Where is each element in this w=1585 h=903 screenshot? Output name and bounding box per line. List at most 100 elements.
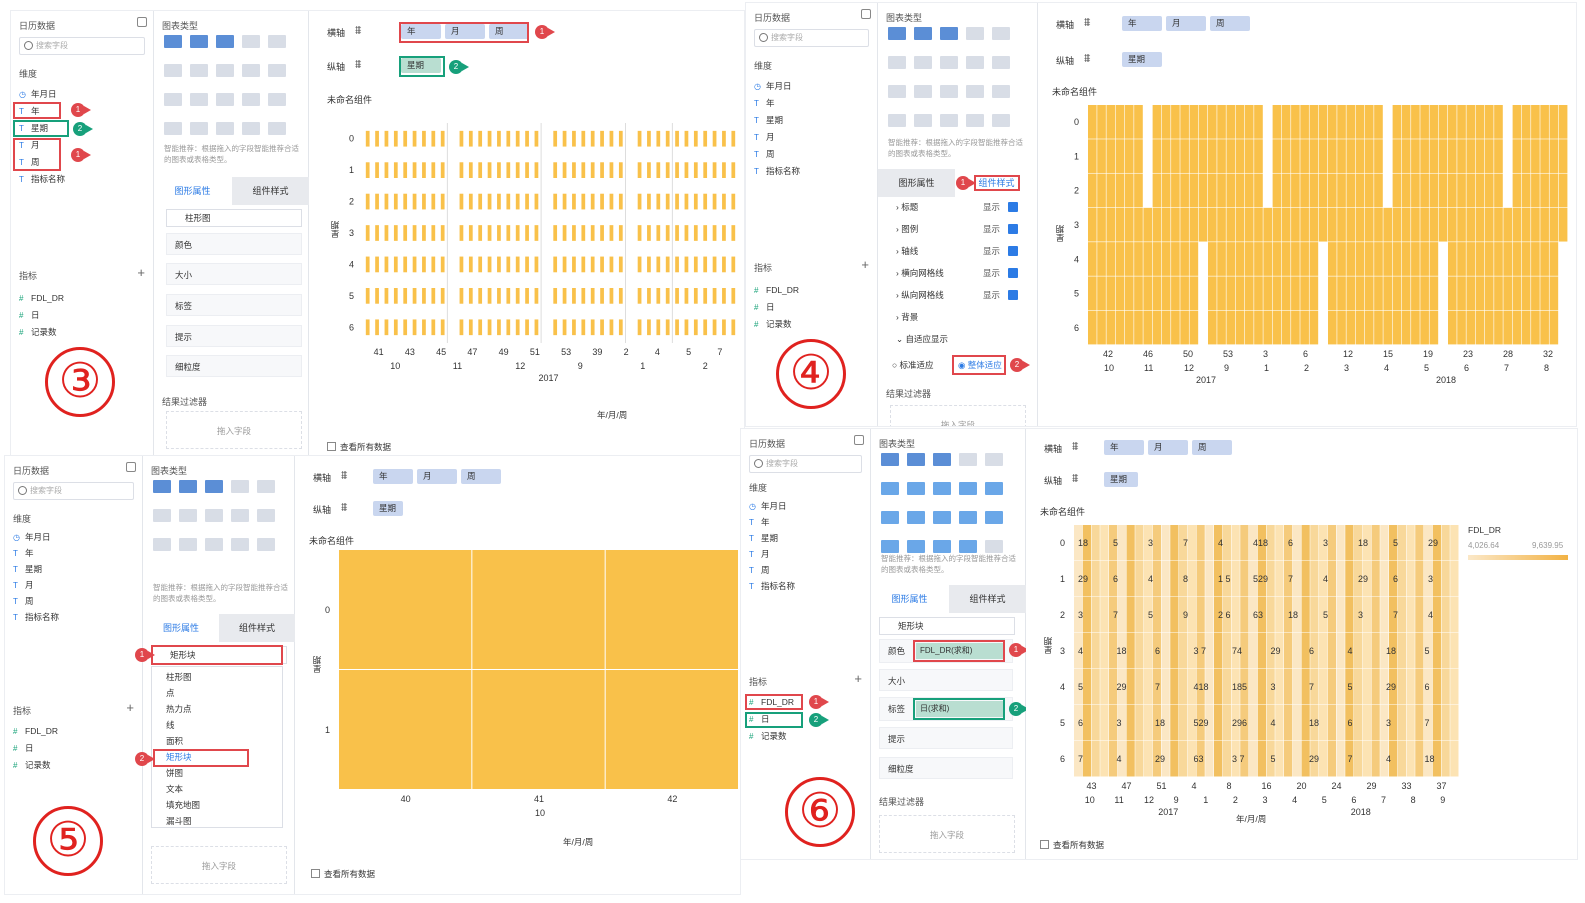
style-adaptive[interactable]: ⌄ 自适应显示 [896,331,1036,347]
menu-heat-point[interactable]: 热力点 [166,701,192,717]
prop-tooltip[interactable]: 提示 [879,727,1013,749]
field-fdl-dr[interactable]: # FDL_DR [13,724,58,739]
field-weekday[interactable]: T 星期 [13,562,42,577]
menu-pie[interactable]: 饼图 [166,765,183,781]
copy-icon[interactable] [137,17,147,27]
prop-granularity[interactable]: 细粒度 [166,355,302,377]
chart-type-grid[interactable] [153,480,289,567]
field-weekday[interactable]: T 星期 [749,531,778,546]
x-pill-year[interactable]: 年 [1104,440,1144,455]
filter-drop-zone[interactable]: 拖入字段 [890,405,1026,426]
field-week[interactable]: T周 [754,147,775,162]
add-metric-icon[interactable]: + [137,265,145,280]
tab-graphic-props[interactable]: 图形属性 [154,177,231,205]
x-pill-year[interactable]: 年 [373,469,413,484]
x-pill-week[interactable]: 周 [461,469,501,484]
menu-point[interactable]: 点 [166,685,175,701]
style-legend[interactable]: › 图例 显示 [896,221,1036,237]
field-month[interactable]: T月 [754,130,775,145]
field-month[interactable]: T月 [13,578,34,593]
menu-filled-map[interactable]: 填充地图 [166,797,200,813]
x-pill-year[interactable]: 年 [1122,16,1162,31]
prop-color[interactable]: 颜色 [166,233,302,255]
menu-area[interactable]: 面积 [166,733,183,749]
style-background[interactable]: › 背景 [896,309,1036,325]
search-input[interactable]: 搜索字段 [749,455,862,473]
menu-text[interactable]: 文本 [166,781,183,797]
prop-size[interactable]: 大小 [166,263,302,285]
prop-size[interactable]: 大小 [879,669,1013,691]
add-metric-icon[interactable]: + [861,257,869,272]
chart-type-grid[interactable] [881,453,1017,569]
copy-icon[interactable] [126,462,136,472]
field-date[interactable]: ◷ 年月日 [13,530,51,545]
field-day[interactable]: # 日 [13,741,34,756]
field-metric-name[interactable]: T 指标名称 [754,164,800,179]
y-pill-weekday[interactable]: 星期 [1104,472,1138,487]
prop-granularity[interactable]: 细粒度 [879,757,1013,779]
style-h-grid[interactable]: › 横向网格线 显示 [896,265,1036,281]
field-week[interactable]: T周 [749,563,770,578]
style-axis-line[interactable]: › 轴线 显示 [896,243,1036,259]
search-input[interactable]: 搜索字段 [19,37,145,55]
menu-funnel[interactable]: 漏斗图 [166,813,192,829]
field-record-count[interactable]: # 记录数 [754,317,792,332]
field-record-count[interactable]: # 记录数 [13,758,51,773]
filter-drop-zone[interactable]: 拖入字段 [879,815,1015,853]
field-fdl-dr[interactable]: # FDL_DR [19,291,64,306]
field-date[interactable]: ◷ 年月日 [19,87,57,102]
tab-component-style[interactable]: 组件样式 [949,585,1026,613]
axis-type-icon[interactable]: ⩩ [355,23,361,38]
view-all-data-checkbox[interactable]: 查看所有数据 [1040,839,1104,851]
add-metric-icon[interactable]: + [854,671,862,686]
prop-label[interactable]: 标签 [166,294,302,316]
field-fdl-dr[interactable]: # FDL_DR [754,283,799,298]
copy-icon[interactable] [854,435,864,445]
field-year[interactable]: T年 [754,96,775,111]
x-pill-week[interactable]: 周 [1192,440,1232,455]
x-pill-week[interactable]: 周 [1210,16,1250,31]
search-input[interactable]: 搜索字段 [754,29,869,47]
field-day[interactable]: # 日 [19,308,40,323]
filter-drop-zone[interactable]: 拖入字段 [151,846,287,884]
tab-graphic-props[interactable]: 图形属性 [143,614,219,642]
style-v-grid[interactable]: › 纵向网格线 显示 [896,287,1036,303]
copy-icon[interactable] [861,9,871,19]
field-date[interactable]: ◷ 年月日 [754,79,792,94]
field-year[interactable]: T年 [13,546,34,561]
axis-type-icon[interactable]: ⩩ [355,57,361,72]
y-pill-weekday[interactable]: 星期 [1122,52,1162,67]
add-metric-icon[interactable]: + [126,700,134,715]
search-input[interactable]: 搜索字段 [13,482,134,500]
chart-kind-select[interactable]: 柱形图 [166,209,302,227]
field-metric-name[interactable]: T 指标名称 [749,579,795,594]
x-pill-month[interactable]: 月 [417,469,457,484]
field-record-count[interactable]: # 记录数 [749,729,787,744]
field-day[interactable]: # 日 [754,300,775,315]
x-pill-month[interactable]: 月 [1148,440,1188,455]
field-record-count[interactable]: # 记录数 [19,325,57,340]
y-pill-weekday[interactable]: 星期 [373,501,403,516]
view-all-data-checkbox[interactable]: 查看所有数据 [311,868,375,880]
chart-kind-select[interactable]: 矩形块 [879,617,1015,635]
chart-type-grid[interactable] [888,27,1024,143]
filter-drop-zone[interactable]: 拖入字段 [166,411,302,449]
tab-component-style[interactable]: 组件样式 [219,614,295,642]
field-metric-name[interactable]: T 指标名称 [19,172,65,187]
view-all-data-checkbox[interactable]: 查看所有数据 [327,441,391,453]
field-weekday[interactable]: T 星期 [754,113,783,128]
x-pill-month[interactable]: 月 [1166,16,1206,31]
menu-line[interactable]: 线 [166,717,175,733]
field-week[interactable]: T周 [13,594,34,609]
field-date[interactable]: ◷ 年月日 [749,499,787,514]
field-year[interactable]: T年 [749,515,770,530]
style-title[interactable]: › 标题 显示 [896,199,1036,215]
field-month[interactable]: T月 [749,547,770,562]
tab-graphic-props[interactable]: 图形属性 [871,585,948,613]
menu-bar[interactable]: 柱形图 [166,669,192,685]
prop-tooltip[interactable]: 提示 [166,325,302,347]
chart-type-grid[interactable] [164,35,300,151]
color-legend-bar[interactable] [1468,555,1568,560]
field-metric-name[interactable]: T 指标名称 [13,610,59,625]
tab-graphic-props[interactable]: 图形属性 [878,169,955,197]
